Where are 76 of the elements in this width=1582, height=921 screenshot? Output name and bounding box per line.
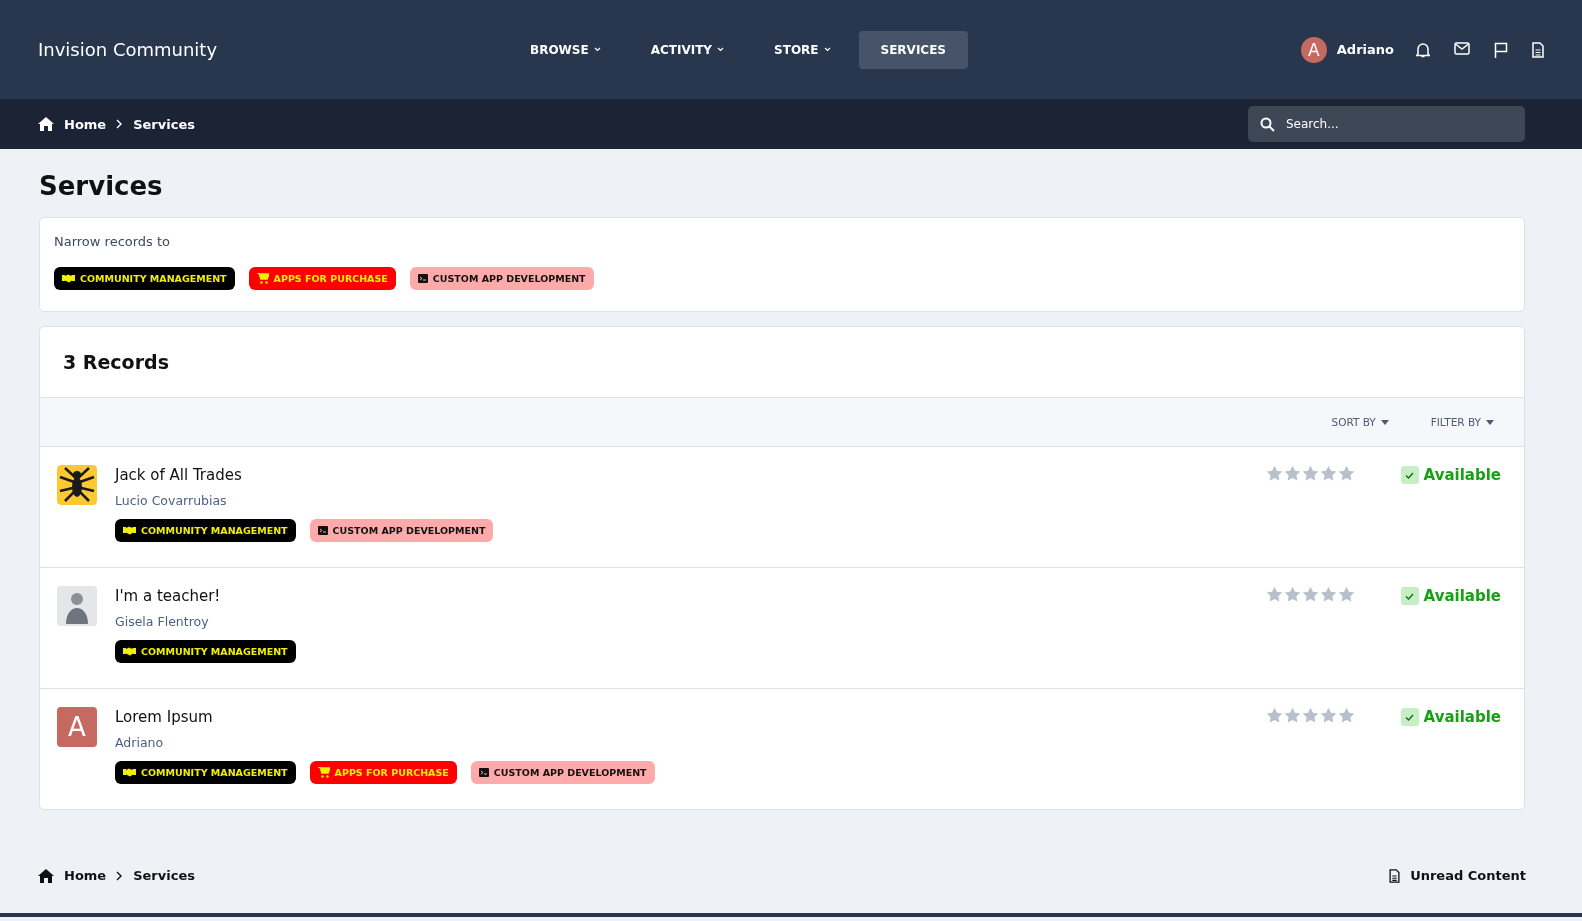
flag-icon[interactable]	[1494, 41, 1508, 58]
check-icon	[1400, 587, 1419, 605]
home-icon[interactable]	[38, 868, 54, 883]
code-icon	[478, 768, 489, 777]
document-icon[interactable]	[1389, 868, 1401, 883]
chevron-icon	[116, 119, 124, 129]
letter-avatar: A	[57, 707, 97, 747]
star-icon[interactable]	[1319, 586, 1337, 603]
author-link[interactable]: Adriano	[115, 735, 164, 750]
caret-icon	[1486, 419, 1494, 425]
home-icon[interactable]	[38, 117, 54, 131]
spider-avatar-icon	[57, 465, 97, 505]
bell-icon[interactable]	[1416, 41, 1430, 58]
star-icon[interactable]	[1337, 707, 1355, 724]
star-icon[interactable]	[1265, 707, 1283, 724]
unread-content-link[interactable]: Unread Content	[1410, 868, 1526, 883]
caret-icon	[823, 47, 831, 52]
record-title[interactable]: Lorem Ipsum	[115, 708, 1266, 726]
caret-icon	[717, 47, 725, 52]
handshake-icon	[123, 647, 136, 656]
code-icon	[317, 526, 328, 535]
envelope-icon[interactable]	[1454, 41, 1470, 55]
star-icon[interactable]	[1283, 586, 1301, 603]
star-icon[interactable]	[1337, 465, 1355, 482]
code-icon	[417, 274, 428, 283]
star-icon[interactable]	[1319, 707, 1337, 724]
category-tag[interactable]: COMMUNITY MANAGEMENT	[115, 640, 296, 663]
star-icon[interactable]	[1265, 465, 1283, 482]
star-icon[interactable]	[1265, 586, 1283, 603]
search-field[interactable]: Search...	[1248, 106, 1525, 142]
handshake-icon	[62, 274, 75, 283]
status-label: Available	[1423, 587, 1501, 605]
check-icon	[1400, 466, 1419, 484]
category-tag[interactable]: COMMUNITY MANAGEMENT	[115, 519, 296, 542]
status-label: Available	[1423, 466, 1501, 484]
sort-button[interactable]: SORT BY	[1325, 415, 1395, 429]
caret-icon	[1380, 419, 1389, 425]
category-tag[interactable]: CUSTOM APP DEVELOPMENT	[470, 761, 655, 784]
category-tag[interactable]: CUSTOM APP DEVELOPMENT	[409, 267, 594, 290]
breadcrumb-link[interactable]: Services	[133, 116, 195, 132]
star-icon[interactable]	[1301, 707, 1319, 724]
nav-tab[interactable]: SERVICES	[858, 30, 968, 69]
caret-icon	[593, 47, 601, 52]
cart-icon	[256, 273, 269, 284]
breadcrumb-link[interactable]: Home	[64, 868, 107, 883]
filter-button[interactable]: FILTER BY	[1424, 415, 1500, 429]
star-icon[interactable]	[1319, 465, 1337, 482]
category-tag[interactable]: COMMUNITY MANAGEMENT	[115, 761, 296, 784]
nav-tab[interactable]: STORE	[752, 30, 853, 69]
star-icon[interactable]	[1301, 586, 1319, 603]
user-name[interactable]: Adriano	[1336, 42, 1394, 57]
category-tag[interactable]: COMMUNITY MANAGEMENT	[54, 267, 235, 290]
status-label: Available	[1423, 708, 1501, 726]
filter-label: Narrow records to	[54, 234, 172, 249]
photo-placeholder	[57, 586, 97, 626]
star-icon[interactable]	[1283, 707, 1301, 724]
cart-icon	[317, 767, 330, 778]
category-tag[interactable]: CUSTOM APP DEVELOPMENT	[309, 519, 494, 542]
star-icon[interactable]	[1337, 586, 1355, 603]
check-icon	[1400, 708, 1419, 726]
site-title[interactable]: Invision Community	[38, 39, 508, 60]
star-icon[interactable]	[1283, 465, 1301, 482]
breadcrumb-link[interactable]: Services	[133, 868, 195, 883]
author-link[interactable]: Gisela Flentroy	[115, 614, 209, 629]
record-title[interactable]: Jack of All Trades	[115, 466, 1266, 484]
page-title: Services	[39, 171, 164, 201]
user-avatar[interactable]: A	[1300, 36, 1327, 63]
chevron-icon	[116, 870, 124, 881]
nav-tab[interactable]: BROWSE	[508, 30, 623, 69]
star-icon[interactable]	[1301, 465, 1319, 482]
record-title[interactable]: I'm a teacher!	[115, 587, 1266, 605]
breadcrumb-link[interactable]: Home	[64, 116, 107, 132]
nav-tab[interactable]: ACTIVITY	[628, 30, 747, 69]
author-link[interactable]: Lucio Covarrubias	[115, 493, 227, 508]
handshake-icon	[123, 526, 136, 535]
handshake-icon	[123, 768, 136, 777]
